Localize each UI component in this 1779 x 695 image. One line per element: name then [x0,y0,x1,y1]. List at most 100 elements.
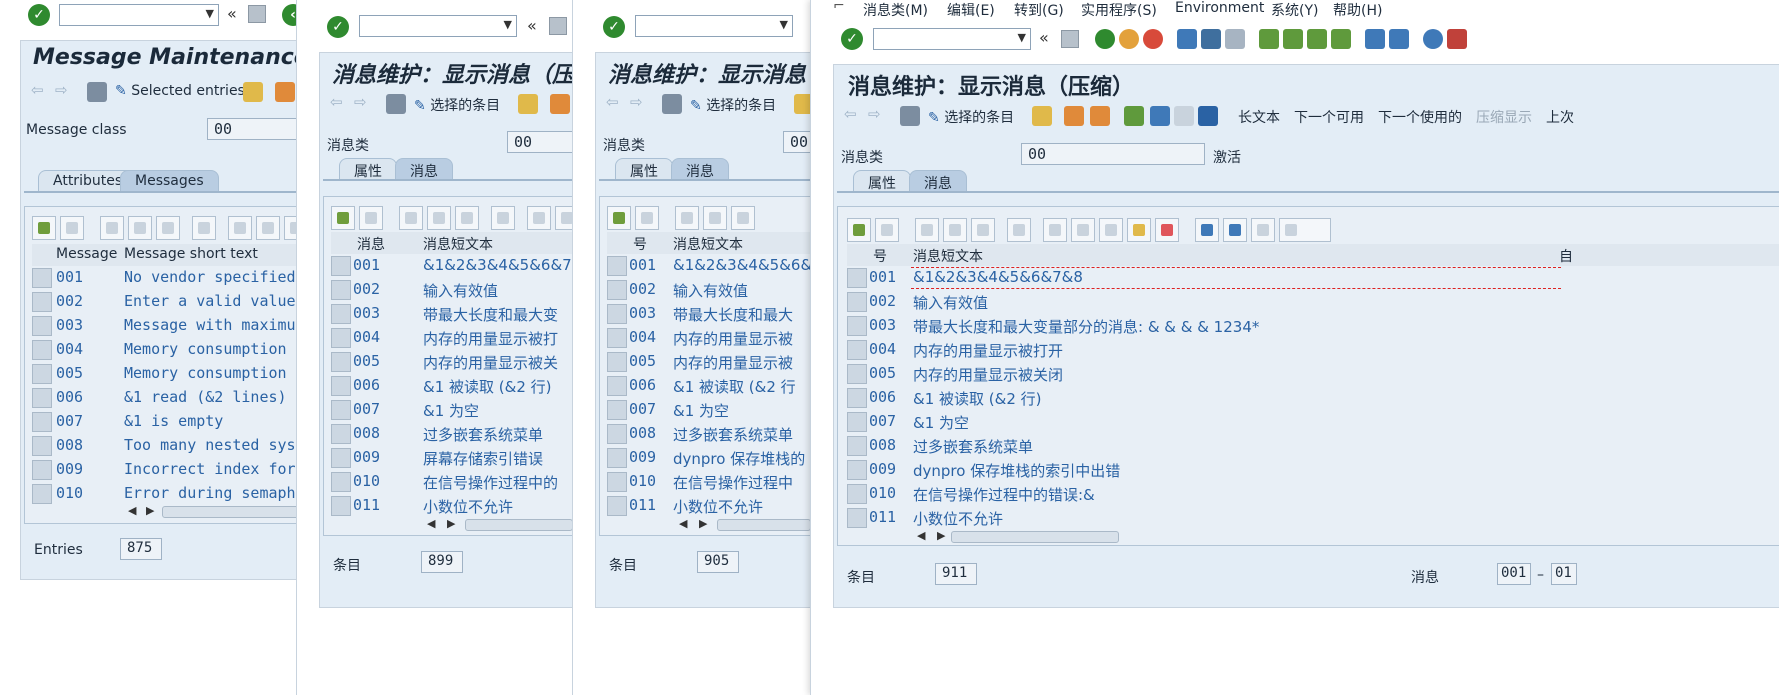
next-available-button[interactable]: 下一个可用 [1294,107,1364,127]
command-field[interactable]: ▼ [635,15,793,37]
delete-icon[interactable] [192,216,216,240]
table-row[interactable]: 009 dynpro 保存堆栈的 [607,446,811,471]
sort-icon[interactable] [1251,218,1275,242]
row-selector[interactable] [847,460,867,480]
table-row[interactable]: 010 Error during semapho [32,482,296,504]
row-selector[interactable] [607,328,627,348]
table-row[interactable]: 008 过多嵌套系统菜单 [847,434,1779,459]
tab-messages[interactable]: 消息 [395,158,453,180]
table-row[interactable]: 006 &1 read (&2 lines) [32,386,296,411]
chevron-down-icon[interactable]: ▼ [780,18,788,31]
message-short-text[interactable]: &1 为空 [423,400,573,421]
column-header-short-text[interactable]: Message short text [124,246,258,262]
enter-icon[interactable]: ✓ [28,4,50,26]
previous-page-icon[interactable] [1283,29,1303,49]
scroll-thumb[interactable] [717,519,811,531]
message-short-text[interactable]: 小数位不允许 [673,496,811,516]
column-header-short-text[interactable]: 消息短文本 [913,246,983,266]
table-row[interactable]: 005 内存的用量显示被关闭 [847,362,1779,387]
delete-icon[interactable] [491,206,515,230]
column-header-short-text[interactable]: 消息短文本 [423,234,493,254]
hierarchy-icon[interactable] [550,94,570,114]
table-row[interactable]: 001&1&2&3&4&5&6&7&8 [331,254,573,279]
column-header-extra[interactable]: 自 [1559,246,1573,266]
message-short-text[interactable]: 过多嵌套系统菜单 [913,436,1613,457]
info-icon[interactable] [1198,106,1218,126]
message-short-text[interactable]: 内存的用量显示被 [673,328,811,349]
paste-icon[interactable] [284,216,296,240]
chevron-down-icon[interactable]: ▼ [1018,31,1026,44]
horizontal-scrollbar[interactable]: ◀ ▶ [425,517,573,533]
message-short-text[interactable]: Memory consumption d [124,340,296,358]
long-text-button[interactable]: 长文本 [1238,107,1280,127]
print-icon[interactable] [1177,29,1197,49]
next-icon[interactable]: ⇨ [354,93,367,111]
delete-icon[interactable] [1007,218,1031,242]
find-icon[interactable] [1201,29,1221,49]
selected-entries-button[interactable]: ✎ 选择的条目 [690,95,776,115]
save-icon[interactable] [549,17,567,35]
insert-row-icon[interactable] [399,206,423,230]
cut-icon[interactable] [527,206,551,230]
tab-messages[interactable]: Messages [120,170,219,192]
scroll-thumb[interactable] [951,531,1119,543]
back-double-icon[interactable]: « [1039,28,1049,47]
row-selector[interactable] [607,472,627,492]
row-selector[interactable] [607,448,627,468]
row-selector[interactable] [32,292,52,312]
find-next-icon[interactable] [1225,29,1245,49]
message-short-text[interactable]: 内存的用量显示被打开 [913,340,1613,361]
table-row[interactable]: 009 屏幕存储索引错误 [331,446,573,471]
column-header-message[interactable]: 号 [873,246,887,266]
message-short-text[interactable]: 输入有效值 [913,292,1613,313]
menu-environment[interactable]: Environment [1175,0,1264,16]
message-short-text[interactable]: Enter a valid value [124,292,296,310]
align-icon[interactable] [1150,106,1170,126]
table-row[interactable]: 002 输入有效值 [331,278,573,303]
row-selector[interactable] [847,268,867,288]
table-row[interactable]: 003 带最大长度和最大变 [331,302,573,327]
shortcut-icon[interactable] [1389,29,1409,49]
hierarchy-icon[interactable] [275,82,295,102]
change-icon[interactable] [359,206,383,230]
scroll-right-icon[interactable]: ▶ [447,517,455,530]
find-next-icon[interactable] [1223,218,1247,242]
row-selector[interactable] [607,376,627,396]
insert-row-icon[interactable] [100,216,124,240]
back-double-icon[interactable]: « [527,16,537,35]
selected-entries-button[interactable]: ✎ 选择的条目 [928,107,1014,127]
row-selector[interactable] [331,448,351,468]
exit-icon[interactable] [1119,29,1139,49]
message-short-text[interactable]: 小数位不允许 [913,508,1613,528]
enter-icon[interactable]: ✓ [327,16,349,38]
scroll-right-icon[interactable]: ▶ [937,529,945,542]
help-icon[interactable] [1423,29,1443,49]
message-short-text[interactable]: 内存的用量显示被 [673,352,811,373]
table-row[interactable]: 001&1&2&3&4&5&6&7&8 [847,266,1779,291]
row-selector[interactable] [607,304,627,324]
message-class-field[interactable]: 00 [507,131,573,153]
scroll-right-icon[interactable]: ▶ [146,504,154,517]
command-field[interactable]: ▼ [873,28,1031,50]
undo-icon[interactable] [455,206,479,230]
previous-icon[interactable]: ⇦ [31,81,44,99]
row-selector[interactable] [607,280,627,300]
details-icon[interactable] [847,218,871,242]
row-selector[interactable] [331,280,351,300]
row-selector[interactable] [847,508,867,528]
message-short-text[interactable]: No vendor specified [124,268,296,286]
message-short-text[interactable]: Memory consumption d [124,364,296,382]
table-row[interactable]: 005 内存的用量显示被 [607,350,811,375]
table-row[interactable]: 008 Too many nested syst [32,434,296,459]
append-row-icon[interactable] [703,206,727,230]
message-short-text[interactable]: &1&2&3&4&5&6&7&8 [423,256,573,274]
selected-entries-button[interactable]: ✎ 选择的条目 [414,95,500,115]
table-row[interactable]: 002 输入有效值 [607,278,811,303]
table-row[interactable]: 002 输入有效值 [847,290,1779,315]
message-short-text[interactable]: 过多嵌套系统菜单 [423,424,573,445]
row-selector[interactable] [331,328,351,348]
row-selector[interactable] [607,352,627,372]
last-page-icon[interactable] [1331,29,1351,49]
column-header-short-text[interactable]: 消息短文本 [673,234,743,254]
message-short-text[interactable]: 小数位不允许 [423,496,573,516]
